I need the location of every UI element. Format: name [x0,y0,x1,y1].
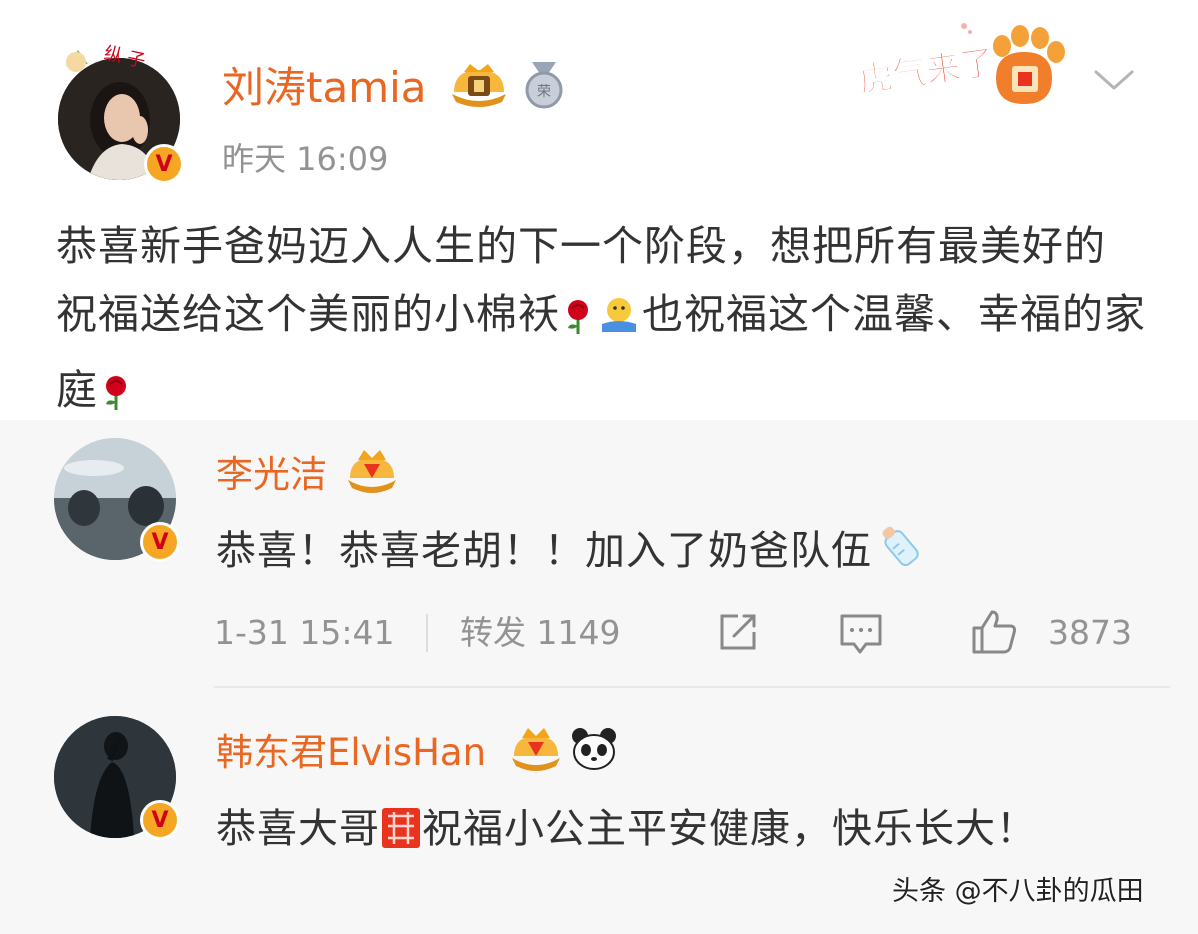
verified-v-icon: V [144,144,184,184]
comment-meta-bar: 1-31 15:41 转发 1149 3873 [214,610,1144,658]
tiger-paw-icon[interactable]: 虎气来了 [856,18,1076,110]
crown-badge-icon [512,728,560,771]
repost-count[interactable]: 转发 1149 [460,610,620,656]
comment-text-content: 恭喜！恭喜老胡！！加入了奶爸队伍 [216,528,872,574]
watermark: 头条 @不八卦的瓜田 [892,876,1144,907]
share-icon[interactable] [716,610,760,654]
baby-bottle-emoji-icon [872,518,926,590]
comment-text: 恭喜！恭喜老胡！！加入了奶爸队伍 [216,518,926,590]
author-avatar-wrapper[interactable]: 纵 子 V [58,43,184,184]
comment-text-part2: 祝福小公主平安健康，快乐长大！ [422,806,1037,852]
rose-emoji-icon [560,288,596,356]
comment-date: 1-31 15:41 [214,613,395,652]
comment-avatar-wrapper[interactable]: V [54,716,180,840]
verified-v-icon: V [140,800,180,840]
comment-avatar-wrapper[interactable]: V [54,438,180,562]
repost-label: 转发 [460,613,526,652]
comment-text: 恭喜大哥 祝福小公主平安健康，快乐长大！ [216,798,1116,868]
avatar-frame-decoration-icon: 纵 子 [66,43,147,72]
comment-text-part1: 恭喜大哥 [216,806,380,852]
like-count: 3873 [1048,613,1132,652]
medal-icon: 荣 [525,62,563,109]
svg-text:虎气来了: 虎气来了 [856,42,996,101]
like-icon[interactable] [970,608,1018,656]
repost-number: 1149 [536,613,621,652]
meta-divider [426,614,428,652]
post-author-name[interactable]: 刘涛tamia [222,62,427,114]
comment-icon[interactable] [838,612,884,656]
svg-text:荣: 荣 [537,84,551,100]
comment-author-name[interactable]: 李光洁 [216,452,327,498]
weibo-post: 纵 子 V 刘涛tamia 荣 昨天 16:09 虎气来了 恭喜新手爸妈迈入人生… [0,0,1198,420]
svg-text:纵 子: 纵 子 [102,43,147,72]
chevron-down-icon[interactable] [1090,64,1138,96]
panda-icon [572,728,616,770]
post-timestamp: 昨天 16:09 [222,140,389,178]
double-happiness-icon [380,806,422,868]
post-body: 恭喜新手爸妈迈入人生的下一个阶段，想把所有最美好的祝福送给这个美丽的小棉袄 也祝福… [56,212,1146,432]
hug-emoji-icon [596,288,642,356]
crown-badge-icon [348,450,396,493]
verified-v-icon: V [140,522,180,562]
comment-author-name[interactable]: 韩东君ElvisHan [216,730,486,776]
crown-badge-icon [452,64,506,107]
comment-divider [214,686,1170,688]
